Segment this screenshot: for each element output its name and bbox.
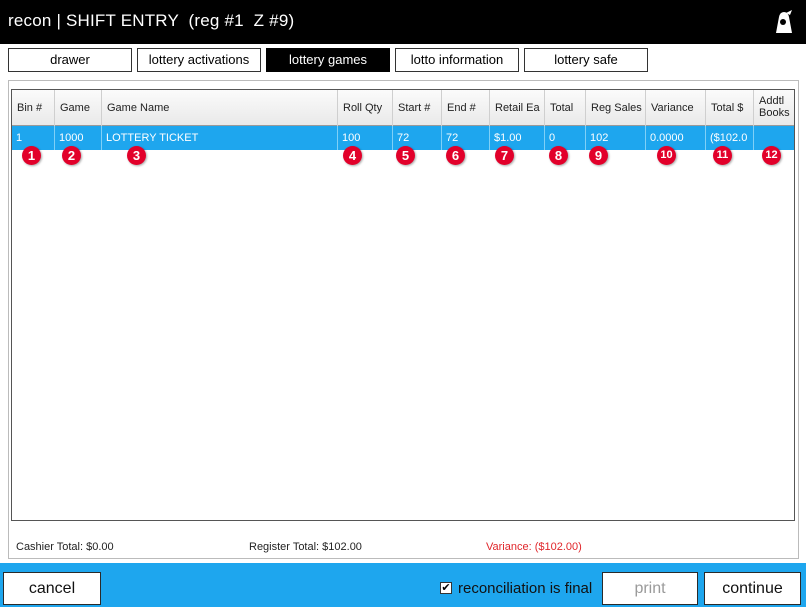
tab-lottery-safe[interactable]: lottery safe bbox=[524, 48, 648, 72]
content-panel: Bin # Game Game Name Roll Qty Start # En… bbox=[8, 80, 799, 559]
column-header-roll-qty[interactable]: Roll Qty bbox=[338, 90, 393, 126]
column-header-variance[interactable]: Variance bbox=[646, 90, 706, 126]
column-header-game-name[interactable]: Game Name bbox=[102, 90, 338, 126]
column-header-game[interactable]: Game bbox=[55, 90, 102, 126]
column-header-bin[interactable]: Bin # bbox=[12, 90, 55, 126]
cell-roll-qty[interactable]: 100 bbox=[338, 126, 393, 150]
annotation-badge: 5 bbox=[396, 146, 415, 165]
cell-end[interactable]: 72 bbox=[442, 126, 490, 150]
cell-total-dollars[interactable]: ($102.0 bbox=[706, 126, 754, 150]
annotation-badge: 4 bbox=[343, 146, 362, 165]
annotation-badge: 8 bbox=[549, 146, 568, 165]
cancel-button[interactable]: cancel bbox=[3, 572, 101, 605]
annotation-badge: 3 bbox=[127, 146, 146, 165]
tab-lotto-information[interactable]: lotto information bbox=[395, 48, 519, 72]
cell-retail-ea[interactable]: $1.00 bbox=[490, 126, 545, 150]
print-button[interactable]: print bbox=[602, 572, 698, 605]
reconciliation-final-checkbox[interactable]: ✔ bbox=[440, 582, 452, 594]
cell-variance[interactable]: 0.0000 bbox=[646, 126, 706, 150]
column-header-total[interactable]: Total bbox=[545, 90, 586, 126]
tab-lottery-games[interactable]: lottery games bbox=[266, 48, 390, 72]
annotation-badge: 11 bbox=[713, 146, 732, 165]
annotation-badge: 9 bbox=[589, 146, 608, 165]
tab-lottery-activations[interactable]: lottery activations bbox=[137, 48, 261, 72]
lottery-games-grid: Bin # Game Game Name Roll Qty Start # En… bbox=[11, 89, 795, 602]
column-header-start[interactable]: Start # bbox=[393, 90, 442, 126]
tab-drawer[interactable]: drawer bbox=[8, 48, 132, 72]
annotation-badge: 10 bbox=[657, 146, 676, 165]
cell-game[interactable]: 1000 bbox=[55, 126, 102, 150]
annotation-badge: 6 bbox=[446, 146, 465, 165]
cell-total[interactable]: 0 bbox=[545, 126, 586, 150]
column-header-addtl-books[interactable]: Addtl Books bbox=[754, 90, 794, 126]
annotation-badge: 2 bbox=[62, 146, 81, 165]
column-header-end[interactable]: End # bbox=[442, 90, 490, 126]
variance-total: Variance: ($102.00) bbox=[486, 541, 582, 553]
column-header-retail-ea[interactable]: Retail Ea bbox=[490, 90, 545, 126]
register-total: Register Total: $102.00 bbox=[249, 541, 362, 553]
annotation-badge: 12 bbox=[762, 146, 781, 165]
store-logo-icon bbox=[776, 10, 792, 33]
title-bar: recon | SHIFT ENTRY (reg #1 Z #9) bbox=[0, 0, 806, 44]
column-header-total-dollars[interactable]: Total $ bbox=[706, 90, 754, 126]
continue-button[interactable]: continue bbox=[704, 572, 801, 605]
annotation-badge: 1 bbox=[22, 146, 41, 165]
column-header-reg-sales[interactable]: Reg Sales bbox=[586, 90, 646, 126]
window-title: recon | SHIFT ENTRY (reg #1 Z #9) bbox=[8, 11, 295, 30]
annotation-badge: 7 bbox=[495, 146, 514, 165]
grid-body[interactable]: Bin # Game Game Name Roll Qty Start # En… bbox=[11, 89, 795, 521]
footer-bar: cancel ✔ reconciliation is final print c… bbox=[0, 563, 806, 607]
reconciliation-final-label[interactable]: reconciliation is final bbox=[458, 580, 592, 597]
cashier-total: Cashier Total: $0.00 bbox=[16, 541, 114, 553]
grid-header: Bin # Game Game Name Roll Qty Start # En… bbox=[12, 90, 794, 126]
